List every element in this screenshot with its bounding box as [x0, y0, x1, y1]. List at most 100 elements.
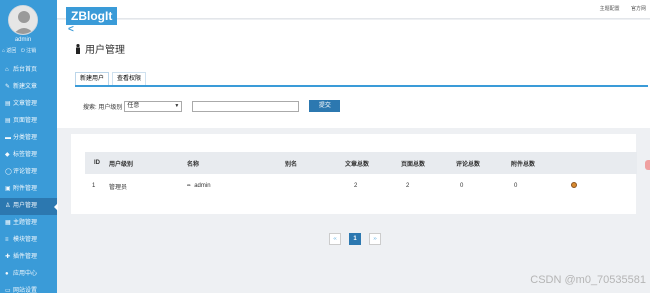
sidebar-item-1[interactable]: ⌂ 后台首页: [0, 62, 57, 79]
sidebar-item-8[interactable]: ▣ 附件管理: [0, 181, 57, 198]
tab-view-permissions[interactable]: 查看权限: [112, 72, 147, 85]
top-links: 主题配置 官方网: [590, 5, 646, 12]
sidebar-item-label: 后台首页: [13, 67, 38, 73]
search-row: 搜索: 用户级别 任意 ▼ 提交: [83, 100, 341, 112]
logout-link[interactable]: ⏻ 注销: [21, 48, 36, 54]
theme-config-link[interactable]: 主题配置: [600, 6, 620, 12]
sidebar-item-icon: ≡: [5, 237, 9, 243]
col-comments: 评论总数: [456, 161, 481, 168]
chevron-down-icon: ▼: [174, 102, 180, 109]
page-button-current[interactable]: 1: [349, 233, 361, 245]
submit-button[interactable]: 提交: [309, 100, 341, 112]
sidebar-item-label: 应用中心: [13, 271, 38, 277]
avatar-icon: [9, 6, 37, 34]
sidebar-item-label: 分类管理: [13, 135, 38, 141]
cell-level: 管理员: [109, 184, 128, 191]
sidebar-item-7[interactable]: ◯评论管理: [0, 164, 57, 181]
col-id: ID: [94, 160, 100, 166]
sidebar-item-14[interactable]: ▭ 网站设置: [0, 283, 57, 293]
user-actions: ⌂ 返回 ⏻ 注销: [2, 47, 39, 54]
sidebar-item-icon: ▤: [5, 101, 11, 107]
sidebar-item-label: 评论管理: [13, 169, 38, 175]
level-select-value: 任意: [127, 102, 140, 109]
first-page-button[interactable]: ‹‹: [329, 233, 341, 245]
sidebar-item-4[interactable]: ▤ 页面管理: [0, 113, 57, 130]
sidebar-item-3[interactable]: ▤ 文章管理: [0, 96, 57, 113]
sidebar-item-label: 文章管理: [13, 101, 38, 107]
tab-underline: [75, 85, 648, 87]
col-level: 用户级别: [109, 161, 134, 168]
cell-articles: 2: [354, 183, 358, 189]
cell-name: ✏ admin: [187, 174, 285, 198]
sidebar-item-13[interactable]: ● 应用中心: [0, 266, 57, 283]
col-alias: 别名: [285, 161, 298, 168]
sidebar-item-11[interactable]: ≡ 模块管理: [0, 232, 57, 249]
sidebar-item-icon: ✚: [5, 254, 11, 260]
sidebar-item-label: 主题管理: [13, 220, 38, 226]
sidebar-item-icon: ●: [5, 271, 9, 277]
sidebar-item-5[interactable]: ▬ 分类管理: [0, 130, 57, 147]
sidebar-item-label: 页面管理: [13, 118, 38, 124]
main-content: 用户管理 新建用户 查看权限 搜索: 用户级别 任意 ▼ 提交 ID 用户级别 …: [57, 20, 650, 293]
sidebar-item-icon: ✎: [5, 84, 11, 90]
level-select[interactable]: 任意 ▼: [124, 100, 183, 112]
sidebar-item-icon: ▦: [5, 220, 11, 226]
back-link[interactable]: ⌂ 返回: [2, 48, 16, 54]
avatar[interactable]: [8, 5, 38, 35]
sidebar-item-label: 插件管理: [13, 254, 38, 260]
cell-actions: [571, 174, 637, 198]
side-float-tab[interactable]: [645, 160, 650, 170]
username: admin: [14, 37, 32, 43]
sidebar-item-icon: ▭: [5, 288, 11, 293]
sidebar-item-icon: ♙: [5, 203, 11, 209]
sidebar-item-label: 附件管理: [13, 186, 38, 192]
sidebar-item-2[interactable]: ✎ 新建文章: [0, 79, 57, 96]
table-header-row: ID 用户级别 名称 别名 文章总数 页面总数 评论总数 附件总数: [85, 152, 637, 174]
cell-id: 1: [92, 183, 96, 189]
table-block: ID 用户级别 名称 别名 文章总数 页面总数 评论总数 附件总数 1 管理员 …: [71, 134, 637, 214]
cell-attachments: 0: [514, 183, 518, 189]
edit-user-icon[interactable]: [571, 182, 577, 188]
sidebar-item-label: 模块管理: [13, 237, 38, 243]
col-articles: 文章总数: [345, 161, 370, 168]
page-title-text: 用户管理: [85, 45, 125, 56]
top-bar: 主题配置 官方网: [57, 0, 650, 19]
last-page-button[interactable]: ››: [369, 233, 381, 245]
page-title: 用户管理: [75, 41, 125, 57]
tab-new-user[interactable]: 新建用户: [75, 72, 110, 85]
sidebar-item-icon: ◯: [5, 169, 12, 175]
official-site-link[interactable]: 官方网: [631, 6, 646, 12]
sidebar-item-9[interactable]: ♙ 用户管理: [0, 198, 58, 215]
sidebar-item-icon: ⌂: [5, 67, 9, 73]
edit-pencil-icon: ✏: [187, 183, 192, 189]
sidebar-item-label: 新建文章: [13, 84, 38, 90]
user-table: ID 用户级别 名称 别名 文章总数 页面总数 评论总数 附件总数 1 管理员 …: [85, 152, 637, 198]
sidebar-item-6[interactable]: ◆ 标签管理: [0, 147, 57, 164]
sidebar-item-icon: ▤: [5, 118, 11, 124]
col-attachments: 附件总数: [511, 161, 536, 168]
cell-comments: 0: [460, 183, 464, 189]
sidebar-item-label: 标签管理: [13, 152, 38, 158]
search-label: 搜索: 用户级别: [83, 104, 123, 111]
table-row: 1 管理员 ✏ admin 2 2 0 0: [85, 174, 637, 198]
col-pages: 页面总数: [401, 161, 426, 168]
user-name-link[interactable]: admin: [194, 183, 210, 189]
pagination: ‹‹ 1 ››: [329, 233, 389, 245]
col-actions: [571, 152, 637, 174]
collapse-arrow-icon[interactable]: <: [68, 24, 74, 35]
cell-pages: 2: [406, 183, 410, 189]
col-name: 名称: [187, 161, 200, 168]
sidebar-item-icon: ◆: [5, 152, 10, 158]
sidebar-item-10[interactable]: ▦ 主题管理: [0, 215, 57, 232]
logo[interactable]: ZBlogIt: [66, 7, 118, 25]
sidebar-item-label: 用户管理: [13, 203, 38, 209]
sidebar-item-icon: ▬: [5, 135, 11, 141]
user-icon: [75, 44, 81, 57]
sidebar-item-12[interactable]: ✚ 插件管理: [0, 249, 57, 266]
sidebar-item-label: 网站设置: [13, 288, 38, 293]
sidebar: admin ⌂ 返回 ⏻ 注销 ⌂ 后台首页 ✎ 新建文章 ▤ 文章管理 ▤ 页面管理 ▬ 分类管…: [0, 0, 58, 293]
sidebar-nav: ⌂ 后台首页 ✎ 新建文章 ▤ 文章管理 ▤ 页面管理 ▬ 分类管理 ◆ 标签管理 ◯评论管理 ▣ 附件管理…: [0, 62, 58, 293]
sidebar-item-icon: ▣: [5, 186, 11, 192]
search-input[interactable]: [192, 100, 300, 112]
cell-alias: [285, 174, 345, 198]
